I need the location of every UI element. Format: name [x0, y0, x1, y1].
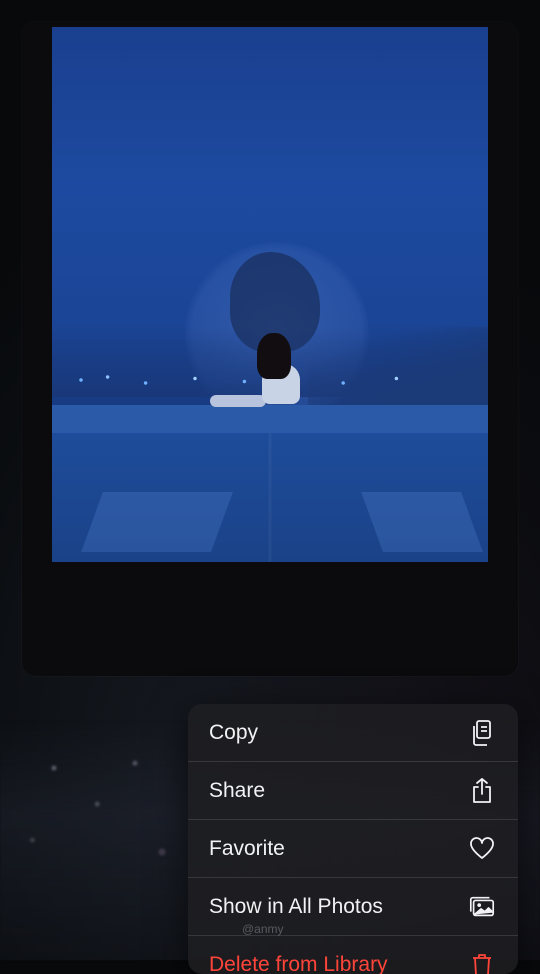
menu-item-share[interactable]: Share — [188, 762, 518, 820]
menu-item-label: Favorite — [209, 837, 285, 861]
copy-icon — [468, 719, 496, 747]
menu-item-label: Share — [209, 779, 265, 803]
photos-icon — [468, 893, 496, 921]
menu-item-favorite[interactable]: Favorite — [188, 820, 518, 878]
menu-item-label: Copy — [209, 721, 258, 745]
person-hair — [257, 333, 291, 379]
menu-item-show-in-all-photos[interactable]: Show in All Photos — [188, 878, 518, 936]
menu-item-label: Delete from Library — [209, 953, 388, 974]
watermark: @anmy — [242, 922, 284, 936]
context-menu: Copy Share Favorite Show in All Pho — [188, 704, 518, 974]
menu-item-copy[interactable]: Copy — [188, 704, 518, 762]
trash-icon — [468, 951, 496, 974]
photo-preview[interactable] — [52, 27, 488, 562]
floor-tile-left — [81, 492, 233, 552]
share-icon — [468, 777, 496, 805]
person-legs — [210, 395, 266, 407]
floor-tile-right — [361, 492, 483, 552]
city-lights — [62, 365, 442, 395]
menu-item-delete[interactable]: Delete from Library — [188, 936, 518, 974]
heart-icon — [468, 835, 496, 863]
menu-item-label: Show in All Photos — [209, 895, 383, 919]
rooftop-ledge — [52, 405, 488, 433]
